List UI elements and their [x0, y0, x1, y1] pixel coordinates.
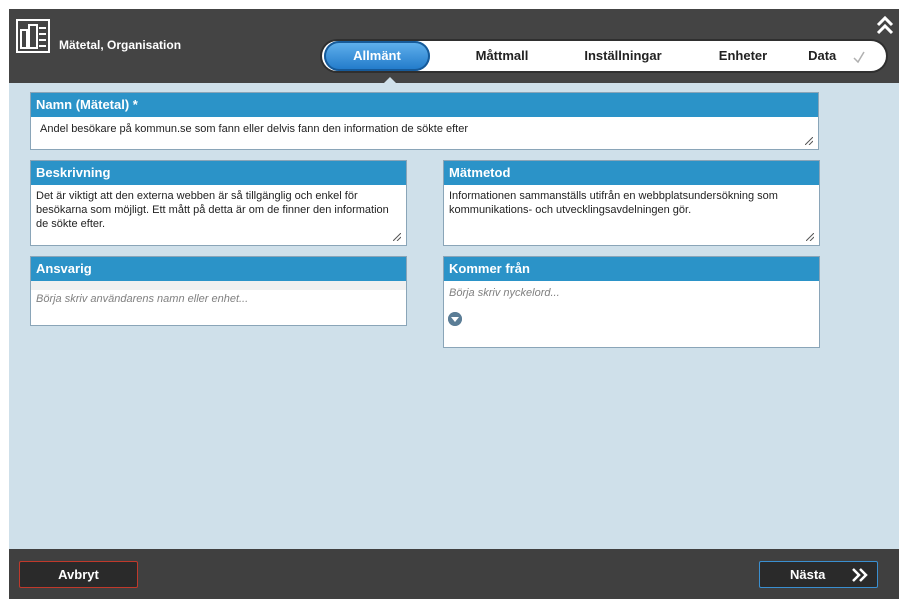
- responsible-label: Ansvarig: [31, 257, 406, 281]
- tab-bar: Allmänt Måttmall Inställningar Enheter D…: [322, 41, 886, 71]
- form-area: Namn (Mätetal) * Andel besökare på kommu…: [9, 83, 899, 549]
- cancel-button[interactable]: Avbryt: [19, 561, 138, 588]
- next-button-label: Nästa: [790, 567, 826, 582]
- resize-handle-icon[interactable]: [805, 137, 813, 145]
- chevron-down-icon[interactable]: [448, 312, 462, 326]
- responsible-panel: Ansvarig Börja skriv användarens namn el…: [30, 256, 407, 326]
- resize-handle-icon[interactable]: [393, 233, 401, 241]
- name-field[interactable]: Andel besökare på kommun.se som fann ell…: [31, 117, 818, 136]
- source-panel: Kommer från Börja skriv nyckelord...: [443, 256, 820, 348]
- method-field[interactable]: Informationen sammanställs utifrån en we…: [444, 185, 819, 217]
- tab-enheter[interactable]: Enheter: [697, 41, 789, 71]
- dialog-footer: Avbryt Nästa: [9, 549, 899, 599]
- method-label: Mätmetod: [444, 161, 819, 185]
- tab-mattmall[interactable]: Måttmall: [452, 41, 552, 71]
- tab-allmant[interactable]: Allmänt: [324, 41, 430, 71]
- description-panel: Beskrivning Det är viktigt att den exter…: [30, 160, 407, 246]
- tab-data-label: Data: [808, 48, 837, 63]
- source-input[interactable]: Börja skriv nyckelord...: [444, 281, 819, 302]
- double-chevron-up-icon[interactable]: [875, 15, 895, 35]
- responsible-selected-list: [31, 281, 406, 290]
- resize-handle-icon[interactable]: [806, 233, 814, 241]
- checkmark-icon: [853, 51, 865, 63]
- name-label: Namn (Mätetal) *: [31, 93, 818, 117]
- next-button[interactable]: Nästa: [759, 561, 878, 588]
- description-field[interactable]: Det är viktigt att den externa webben är…: [31, 185, 406, 231]
- tab-installningar[interactable]: Inställningar: [567, 41, 679, 71]
- method-panel: Mätmetod Informationen sammanställs utif…: [443, 160, 820, 246]
- metric-dialog: Mätetal, Organisation Allmänt Måttmall I…: [9, 9, 899, 599]
- double-chevron-right-icon: [852, 568, 868, 582]
- dialog-header: Mätetal, Organisation Allmänt Måttmall I…: [9, 9, 899, 86]
- name-panel: Namn (Mätetal) * Andel besökare på kommu…: [30, 92, 819, 150]
- responsible-input[interactable]: Börja skriv användarens namn eller enhet…: [31, 290, 406, 308]
- tab-data[interactable]: Data: [802, 41, 872, 71]
- dialog-title: Mätetal, Organisation: [59, 38, 182, 52]
- chart-icon: [16, 19, 50, 53]
- description-label: Beskrivning: [31, 161, 406, 185]
- source-label: Kommer från: [444, 257, 819, 281]
